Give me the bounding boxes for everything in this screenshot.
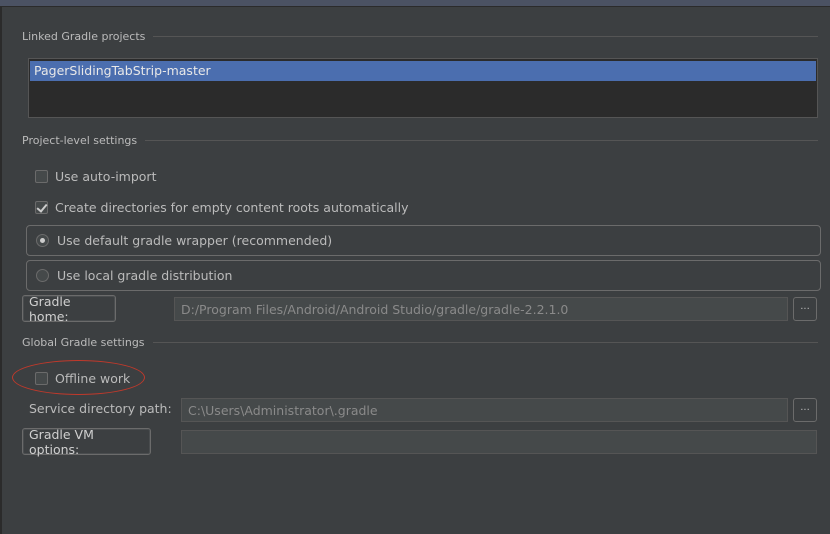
- gradle-vm-options-field[interactable]: [181, 430, 817, 454]
- default-wrapper-radio[interactable]: [36, 234, 49, 247]
- service-dir-label: Service directory path:: [29, 401, 172, 416]
- local-distribution-option[interactable]: Use local gradle distribution: [26, 260, 821, 291]
- auto-import-checkbox[interactable]: [35, 169, 48, 183]
- project-level-title: Project-level settings: [22, 134, 138, 147]
- default-wrapper-option[interactable]: Use default gradle wrapper (recommended): [26, 225, 821, 256]
- auto-import-label: Use auto-import: [55, 168, 157, 184]
- gradle-vm-options-button[interactable]: Gradle VM options:: [22, 427, 151, 457]
- create-dirs-option[interactable]: Create directories for empty content roo…: [35, 198, 409, 216]
- gradle-home-field[interactable]: D:/Program Files/Android/Android Studio/…: [174, 297, 788, 321]
- default-wrapper-label: Use default gradle wrapper (recommended): [57, 233, 333, 248]
- create-dirs-checkbox[interactable]: [35, 200, 48, 214]
- global-section-title: Global Gradle settings: [22, 336, 818, 349]
- project-level-section-title: Project-level settings: [22, 134, 818, 147]
- section-divider: [152, 342, 818, 343]
- local-distribution-radio[interactable]: [36, 269, 49, 282]
- window-title-bar: [0, 0, 830, 7]
- gradle-home-browse-button[interactable]: ···: [793, 297, 817, 321]
- linked-projects-list[interactable]: PagerSlidingTabStrip-master: [28, 58, 818, 118]
- service-dir-browse-button[interactable]: ···: [793, 398, 817, 422]
- offline-work-checkbox[interactable]: [35, 371, 48, 385]
- linked-projects-title: Linked Gradle projects: [22, 30, 146, 43]
- offline-work-option[interactable]: Offline work: [35, 369, 130, 387]
- global-title: Global Gradle settings: [22, 336, 145, 349]
- section-divider: [145, 140, 818, 141]
- splitter[interactable]: [0, 7, 2, 534]
- linked-projects-section-title: Linked Gradle projects: [22, 30, 818, 43]
- auto-import-option[interactable]: Use auto-import: [35, 167, 156, 185]
- list-item[interactable]: PagerSlidingTabStrip-master: [30, 61, 816, 81]
- gradle-home-button[interactable]: Gradle home:: [22, 294, 116, 324]
- section-divider: [153, 36, 818, 37]
- service-dir-field[interactable]: C:\Users\Administrator\.gradle: [181, 398, 788, 422]
- create-dirs-label: Create directories for empty content roo…: [55, 199, 409, 215]
- offline-work-label: Offline work: [55, 370, 131, 386]
- local-distribution-label: Use local gradle distribution: [57, 268, 233, 283]
